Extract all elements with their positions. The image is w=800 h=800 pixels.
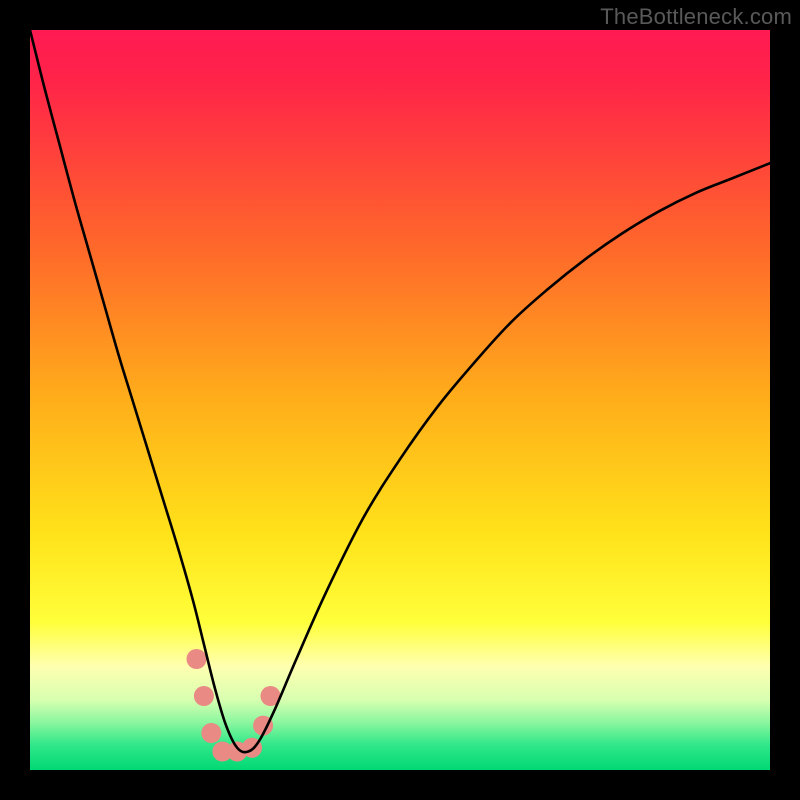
dense-marker (194, 686, 214, 706)
bottleneck-chart (30, 30, 770, 770)
watermark-text: TheBottleneck.com (600, 4, 792, 30)
plot-area (30, 30, 770, 770)
gradient-background (30, 30, 770, 770)
dense-marker (201, 723, 221, 743)
dense-marker (187, 649, 207, 669)
chart-frame: TheBottleneck.com (0, 0, 800, 800)
